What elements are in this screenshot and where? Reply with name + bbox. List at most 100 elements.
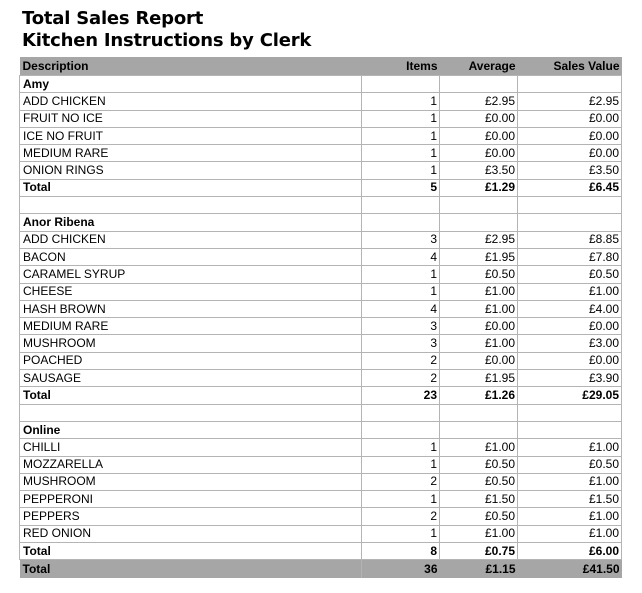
- item-average: £2.95: [439, 92, 518, 111]
- item-sales-value: £2.95: [517, 92, 622, 111]
- column-header-items: Items: [361, 57, 440, 76]
- item-average: £0.50: [439, 455, 518, 474]
- item-count: 1: [361, 109, 440, 128]
- item-count: 1: [361, 438, 440, 457]
- table-row: MUSHROOM 3 £1.00 £3.00: [19, 334, 622, 353]
- item-average: £0.50: [439, 507, 518, 526]
- item-count: 1: [361, 265, 440, 284]
- item-count: 1: [361, 455, 440, 474]
- item-sales-value: £3.00: [517, 334, 622, 353]
- group-total-sales-value: £6.45: [517, 178, 622, 198]
- grand-total-row: Total 36 £1.15 £41.50: [19, 559, 622, 579]
- item-average: £1.00: [439, 334, 518, 353]
- empty-cell: [517, 420, 622, 440]
- item-count: 2: [361, 369, 440, 388]
- item-sales-value: £1.00: [517, 282, 622, 301]
- table-row: FRUIT NO ICE 1 £0.00 £0.00: [19, 109, 622, 128]
- empty-cell: [517, 74, 622, 94]
- table-row: MEDIUM RARE 3 £0.00 £0.00: [19, 317, 622, 336]
- group-name: Anor Ribena: [19, 213, 362, 232]
- item-description: CHEESE: [19, 282, 362, 301]
- item-average: £0.00: [439, 144, 518, 163]
- item-description: ADD CHICKEN: [19, 92, 362, 111]
- item-description: PEPPERONI: [19, 490, 362, 509]
- group-total-items: 5: [361, 178, 440, 198]
- group-total-label: Total: [19, 386, 362, 405]
- group-total-items: 8: [361, 542, 440, 561]
- item-count: 1: [361, 490, 440, 509]
- item-sales-value: £3.50: [517, 161, 622, 180]
- empty-cell: [361, 196, 440, 215]
- item-count: 4: [361, 247, 440, 267]
- group-total-row: Total 23 £1.26 £29.05: [19, 386, 622, 405]
- item-sales-value: £0.00: [517, 351, 622, 371]
- item-sales-value: £1.00: [517, 524, 622, 544]
- table-row: ONION RINGS 1 £3.50 £3.50: [19, 161, 622, 180]
- empty-cell: [517, 403, 622, 422]
- group-total-row: Total 5 £1.29 £6.45: [19, 178, 622, 198]
- group-total-items: 23: [361, 386, 440, 405]
- item-sales-value: £0.50: [517, 455, 622, 474]
- item-average: £0.00: [439, 351, 518, 371]
- empty-cell: [439, 420, 518, 440]
- column-header-description: Description: [19, 57, 362, 76]
- grand-total-label: Total: [19, 559, 362, 579]
- table-row: ICE NO FRUIT 1 £0.00 £0.00: [19, 126, 622, 146]
- item-sales-value: £1.00: [517, 472, 622, 492]
- column-header-average: Average: [439, 57, 518, 76]
- item-count: 1: [361, 161, 440, 180]
- item-count: 3: [361, 230, 440, 249]
- group-header-row: Online: [19, 420, 622, 440]
- item-description: POACHED: [19, 351, 362, 371]
- item-sales-value: £0.50: [517, 265, 622, 284]
- item-description: MEDIUM RARE: [19, 144, 362, 163]
- table-row: SAUSAGE 2 £1.95 £3.90: [19, 369, 622, 388]
- empty-cell: [439, 213, 518, 232]
- item-average: £2.95: [439, 230, 518, 249]
- item-count: 4: [361, 299, 440, 319]
- table-row: CHILLI 1 £1.00 £1.00: [19, 438, 622, 457]
- item-count: 1: [361, 144, 440, 163]
- item-description: MEDIUM RARE: [19, 317, 362, 336]
- item-average: £0.50: [439, 472, 518, 492]
- empty-cell: [361, 403, 440, 422]
- item-sales-value: £1.00: [517, 507, 622, 526]
- item-sales-value: £0.00: [517, 144, 622, 163]
- report-subtitle: Kitchen Instructions by Clerk: [22, 30, 312, 51]
- item-average: £1.00: [439, 524, 518, 544]
- item-average: £3.50: [439, 161, 518, 180]
- item-average: £1.95: [439, 247, 518, 267]
- item-average: £0.00: [439, 109, 518, 128]
- item-average: £0.50: [439, 265, 518, 284]
- table-row: MEDIUM RARE 1 £0.00 £0.00: [19, 144, 622, 163]
- group-total-average: £1.29: [439, 178, 518, 198]
- grand-total-items: 36: [361, 559, 440, 579]
- group-total-label: Total: [19, 542, 362, 561]
- item-average: £0.00: [439, 126, 518, 146]
- spacer-row: [19, 196, 622, 215]
- group-total-average: £1.26: [439, 386, 518, 405]
- item-count: 1: [361, 524, 440, 544]
- sales-table: Description Items Average Sales Value Am…: [19, 57, 622, 579]
- item-sales-value: £8.85: [517, 230, 622, 249]
- item-average: £0.00: [439, 317, 518, 336]
- empty-cell: [517, 213, 622, 232]
- grand-total-sales-value: £41.50: [517, 559, 622, 579]
- item-description: ONION RINGS: [19, 161, 362, 180]
- table-row: MOZZARELLA 1 £0.50 £0.50: [19, 455, 622, 474]
- group-header-row: Amy: [19, 74, 622, 94]
- empty-cell: [361, 213, 440, 232]
- item-description: MUSHROOM: [19, 472, 362, 492]
- item-description: HASH BROWN: [19, 299, 362, 319]
- grand-total-average: £1.15: [439, 559, 518, 579]
- table-row: RED ONION 1 £1.00 £1.00: [19, 524, 622, 544]
- item-description: RED ONION: [19, 524, 362, 544]
- item-description: FRUIT NO ICE: [19, 109, 362, 128]
- column-header-sales-value: Sales Value: [517, 57, 622, 76]
- empty-cell: [517, 196, 622, 215]
- item-count: 2: [361, 472, 440, 492]
- item-description: CHILLI: [19, 438, 362, 457]
- item-sales-value: £1.00: [517, 438, 622, 457]
- table-row: HASH BROWN 4 £1.00 £4.00: [19, 299, 622, 319]
- item-sales-value: £7.80: [517, 247, 622, 267]
